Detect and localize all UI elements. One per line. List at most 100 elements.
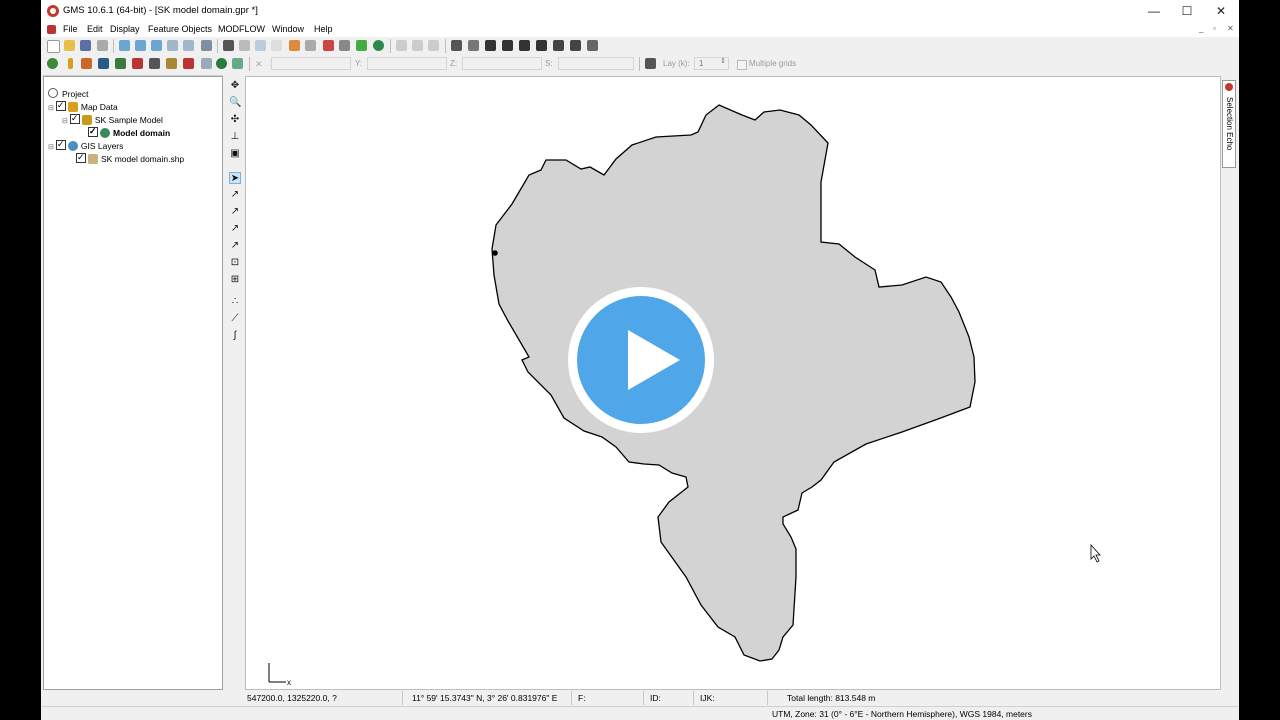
borehole-module-icon[interactable] [68, 58, 73, 69]
visibility-checkbox[interactable] [88, 125, 98, 137]
pan-icon[interactable]: ✥ [229, 80, 241, 92]
select-arcs-icon[interactable]: ↗ [229, 206, 241, 218]
menu-display[interactable]: Display [110, 24, 140, 34]
grid-layer-icon[interactable] [645, 58, 656, 69]
new-icon[interactable] [47, 40, 60, 53]
collapse-icon[interactable]: ⊟ [48, 105, 54, 112]
visibility-checkbox[interactable] [55, 99, 66, 111]
multiple-grids-checkbox[interactable] [737, 60, 747, 70]
contour-options-icon[interactable] [255, 40, 266, 51]
scatter-3d-module-icon[interactable] [183, 58, 194, 69]
x-coordinate-field[interactable] [271, 57, 351, 70]
view-top-icon[interactable] [119, 40, 130, 51]
menu-file[interactable]: File [63, 24, 78, 34]
build-polygons-icon[interactable] [468, 40, 479, 51]
globe-icon[interactable] [373, 40, 384, 51]
solid-module-icon[interactable] [81, 58, 92, 69]
spinner-arrows-icon[interactable]: ⇕ [720, 57, 726, 65]
mdi-close-button[interactable]: ✕ [1227, 24, 1234, 33]
select-objects-icon[interactable]: ➤ [229, 172, 241, 184]
read-solution-icon[interactable] [502, 40, 513, 51]
add-data-icon[interactable] [356, 40, 367, 51]
plot-wizard-icon[interactable] [271, 40, 282, 51]
create-spline-icon[interactable]: ∫ [229, 330, 241, 342]
menu-edit[interactable]: Edit [87, 24, 103, 34]
view-side-icon[interactable] [151, 40, 162, 51]
run-modflow-icon[interactable] [485, 40, 496, 51]
layer-spinner[interactable]: 1 ⇕ [694, 57, 729, 70]
scatter-2d-module-icon[interactable] [132, 58, 143, 69]
tree-item-project[interactable]: Project [48, 88, 88, 100]
import-icon[interactable] [570, 40, 581, 51]
lighting-icon[interactable] [239, 40, 250, 51]
model-domain-polygon[interactable] [491, 104, 976, 662]
mdi-restore-button[interactable]: ▫ [1213, 24, 1216, 33]
select-arc-groups-icon[interactable]: ↗ [229, 223, 241, 235]
maximize-button[interactable]: ☐ [1172, 2, 1202, 20]
rotate-icon[interactable]: ✣ [229, 114, 241, 126]
tree-item-gis-layers[interactable]: ⊟ GIS Layers [48, 138, 123, 152]
menu-feature-objects[interactable]: Feature Objects [148, 24, 212, 34]
vertex-marker[interactable] [492, 250, 498, 256]
minimize-button[interactable]: — [1139, 2, 1169, 20]
map-module-icon[interactable] [216, 58, 227, 69]
save-icon[interactable] [80, 40, 91, 51]
zoom-extents-icon[interactable] [587, 40, 598, 51]
print-icon[interactable] [97, 40, 108, 51]
view-front-icon[interactable] [135, 40, 146, 51]
document-icon[interactable] [47, 25, 56, 34]
tree-item-sk-model-domain-shp[interactable]: SK model domain.shp [76, 151, 184, 165]
uge-module-icon[interactable] [201, 58, 212, 69]
oblique-view-icon[interactable] [167, 40, 178, 51]
z-coordinate-field[interactable] [462, 57, 542, 70]
select-vertices-icon[interactable]: ↗ [229, 189, 241, 201]
feature-tool-2-icon[interactable] [412, 40, 423, 51]
grid-colors-icon[interactable] [323, 40, 334, 51]
snap-icon[interactable]: ✕ [255, 59, 263, 70]
transform-icon[interactable]: ⊞ [229, 274, 241, 286]
menu-modflow[interactable]: MODFLOW [218, 24, 265, 34]
create-arc-icon[interactable]: ⟋ [229, 313, 241, 325]
mdi-minimize-button[interactable]: _ [1199, 24, 1203, 33]
tin-module-icon[interactable] [98, 58, 109, 69]
annotation-icon[interactable]: ▣ [229, 148, 241, 160]
collapse-icon[interactable]: ⊟ [48, 144, 54, 151]
measure-icon[interactable]: ⊥ [229, 131, 241, 143]
modflow-options-icon[interactable] [536, 40, 547, 51]
graphics-window[interactable]: x [245, 76, 1221, 690]
play-button[interactable] [568, 287, 714, 433]
collapse-icon[interactable]: ⊟ [62, 118, 68, 125]
feature-tool-3-icon[interactable] [428, 40, 439, 51]
layout-icon[interactable] [305, 40, 316, 51]
calculator-icon[interactable] [339, 40, 350, 51]
select-polygons-icon[interactable]: ↗ [229, 240, 241, 252]
visibility-checkbox[interactable] [69, 112, 80, 124]
display-options-icon[interactable] [223, 40, 234, 51]
y-coordinate-field[interactable] [367, 57, 447, 70]
grid-2d-module-icon[interactable] [115, 58, 126, 69]
tree-item-map-data[interactable]: ⊟ Map Data [48, 99, 118, 113]
frame-icon[interactable] [201, 40, 212, 51]
tree-item-sk-sample-model[interactable]: ⊟ SK Sample Model [62, 112, 163, 126]
create-point-icon[interactable]: ∴ [229, 296, 241, 308]
open-icon[interactable] [64, 40, 75, 51]
mesh-module-icon[interactable] [47, 58, 58, 69]
menu-help[interactable]: Help [314, 24, 333, 34]
feature-tool-1-icon[interactable] [396, 40, 407, 51]
visibility-checkbox[interactable] [76, 151, 86, 163]
map-to-modflow-icon[interactable] [451, 40, 462, 51]
rotate-view-icon[interactable] [183, 40, 194, 51]
zoom-icon[interactable]: 🔍 [229, 97, 241, 109]
grid-3d-module-icon[interactable] [149, 58, 160, 69]
menu-window[interactable]: Window [272, 24, 304, 34]
selection-echo-tab[interactable]: Selection Echo [1222, 80, 1236, 168]
export-icon[interactable] [553, 40, 564, 51]
close-button[interactable]: ✕ [1206, 2, 1236, 20]
check-simulation-icon[interactable] [519, 40, 530, 51]
chart-icon[interactable] [289, 40, 300, 51]
select-frame-icon[interactable]: ⊡ [229, 257, 241, 269]
tree-item-model-domain[interactable]: Model domain [88, 125, 170, 139]
mesh-3d-module-icon[interactable] [166, 58, 177, 69]
s-value-field[interactable] [558, 57, 634, 70]
visibility-checkbox[interactable] [55, 138, 66, 150]
